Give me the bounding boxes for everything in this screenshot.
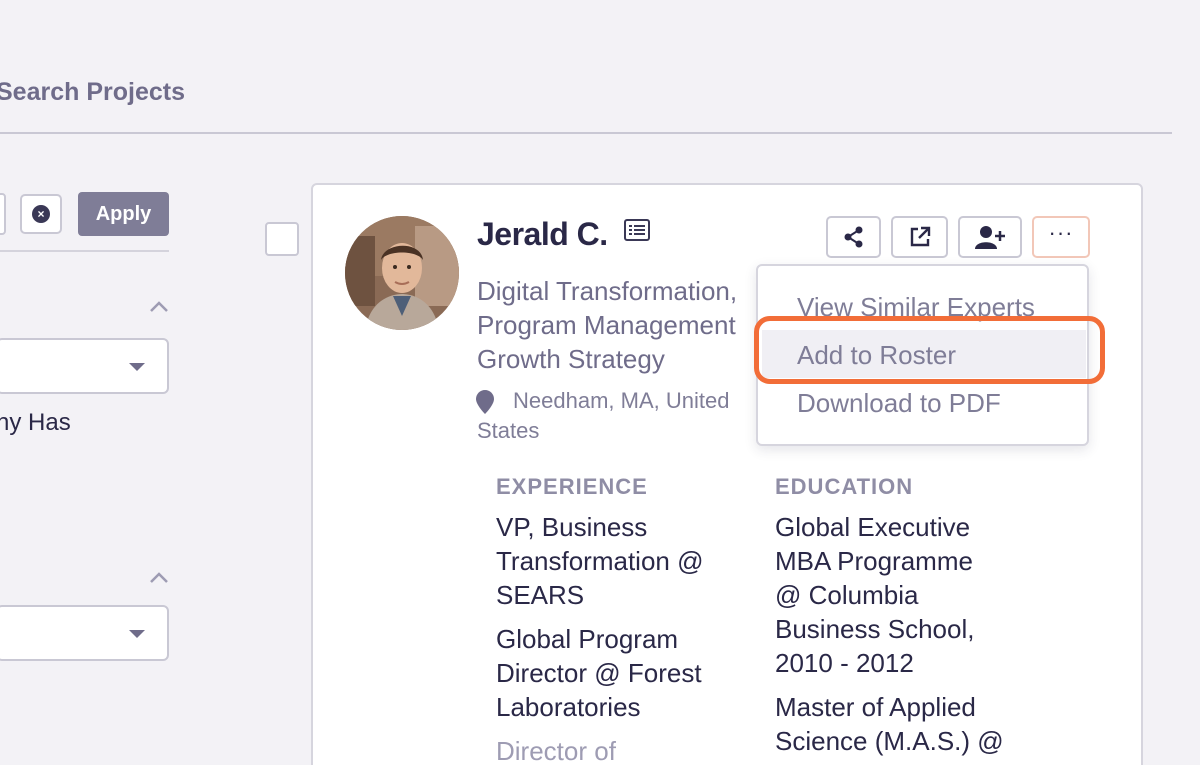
apply-button[interactable]: Apply [78, 192, 169, 236]
more-icon: ··· [1048, 220, 1074, 245]
chevron-up-icon[interactable] [149, 299, 169, 313]
highlight-ring [754, 316, 1105, 384]
expert-name[interactable]: Jerald C. [477, 216, 608, 253]
share-icon [844, 226, 862, 248]
open-profile-button[interactable] [891, 216, 948, 258]
experience-item: Global Program Director @ Forest Laborat… [496, 624, 702, 722]
experience-item: Director of [496, 736, 616, 765]
filter-divider [0, 250, 169, 252]
add-user-icon [975, 226, 1005, 249]
education-item: Master of Applied Science (M.A.S.) @ [775, 692, 1004, 756]
chevron-down-icon [129, 630, 145, 638]
expert-headline: Digital Transformation, Program Manageme… [477, 276, 738, 374]
experience-heading: EXPERIENCE [496, 474, 648, 499]
notes-icon[interactable] [624, 219, 650, 241]
share-button[interactable] [826, 216, 881, 258]
add-user-button[interactable] [958, 216, 1022, 258]
clear-filter-button[interactable]: × [20, 194, 62, 234]
external-link-icon [910, 226, 930, 247]
filter-label: ny Has [0, 409, 71, 436]
filter-select-2[interactable] [0, 605, 169, 661]
chevron-up-icon[interactable] [149, 570, 169, 584]
avatar [345, 216, 459, 330]
experience-item: VP, Business Transformation @ SEARS [496, 512, 704, 610]
education-item: Global Executive MBA Programme @ Columbi… [775, 512, 975, 678]
chevron-down-icon [129, 363, 145, 371]
tab-divider [0, 132, 1172, 134]
select-expert-checkbox[interactable] [265, 222, 299, 256]
expert-location: Needham, MA, United States [477, 388, 730, 443]
menu-item-download-pdf[interactable]: Download to PDF [797, 388, 1001, 419]
tab-search-projects[interactable]: Search Projects [0, 78, 185, 107]
filter-search-input[interactable] [0, 193, 6, 235]
close-icon: × [32, 205, 50, 223]
filter-select-1[interactable] [0, 338, 169, 394]
more-options-button[interactable]: ··· [1032, 216, 1090, 258]
education-heading: EDUCATION [775, 474, 914, 499]
